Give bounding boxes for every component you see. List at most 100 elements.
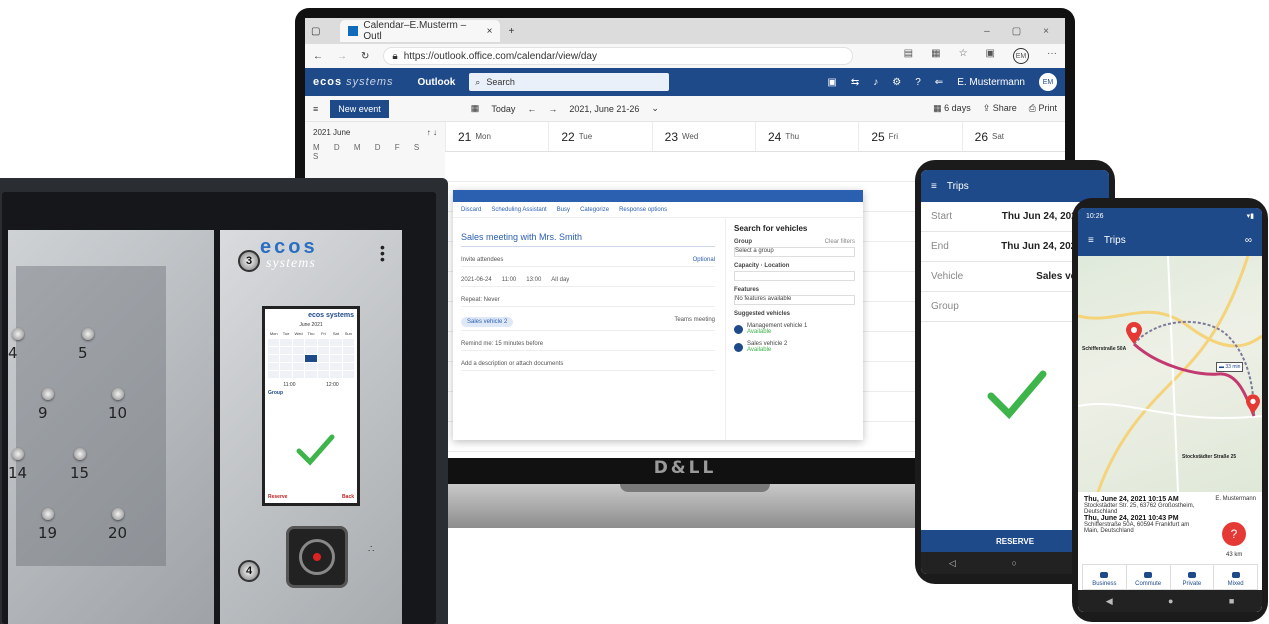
vehicle-pill[interactable]: Sales vehicle 2 <box>461 317 514 327</box>
url-field[interactable]: 🔒︎ https://outlook.office.com/calendar/v… <box>383 47 854 65</box>
hamburger-icon[interactable]: ≡ <box>931 181 937 192</box>
new-event-button[interactable]: New event <box>330 99 389 118</box>
trip-type-tab[interactable]: Business <box>1083 565 1127 589</box>
dialog-tool-button[interactable]: Discard <box>461 207 481 213</box>
month-nav-arrows-icon[interactable]: ↑ ↓ <box>427 128 437 137</box>
reload-icon[interactable]: ↻ <box>361 51 369 62</box>
event-title-field[interactable]: Sales meeting with Mrs. Smith <box>461 232 715 247</box>
hamburger-icon[interactable]: ≡ <box>1088 235 1094 246</box>
hamburger-icon[interactable]: ≡ <box>313 104 318 114</box>
trip-type-tab[interactable]: Mixed <box>1214 565 1257 589</box>
close-window-icon[interactable]: × <box>1043 26 1049 37</box>
lock-bottom-icon[interactable]: 4 <box>238 560 260 582</box>
close-tab-icon[interactable]: × <box>487 26 493 37</box>
screen-day-cell[interactable] <box>330 347 342 354</box>
invite-field[interactable]: Invite attendees <box>461 257 503 263</box>
capacity-location-inputs[interactable] <box>734 271 855 281</box>
reader-view-icon[interactable]: ▤ <box>904 48 913 64</box>
screen-day-cell[interactable] <box>317 347 330 354</box>
collections-icon[interactable]: ▣ <box>986 48 995 64</box>
browser-tab[interactable]: Calendar–E.Musterm – Outl × <box>340 20 501 42</box>
mini-calendar-month[interactable]: 2021 June <box>313 128 350 137</box>
screen-day-cell[interactable] <box>305 347 317 354</box>
dialog-tool-button[interactable]: Response options <box>619 207 667 213</box>
screen-time-to[interactable]: 12:00 <box>326 382 339 388</box>
screen-reserve-button[interactable]: Reserve <box>268 494 287 500</box>
user-avatar[interactable]: EM <box>1039 73 1057 91</box>
forward-icon[interactable]: → <box>337 51 347 62</box>
gear-icon[interactable]: ⚙ <box>892 77 901 88</box>
screen-day-cell[interactable] <box>317 355 330 362</box>
trip-type-tab[interactable]: Commute <box>1127 565 1171 589</box>
key-peg[interactable] <box>82 328 94 340</box>
favorites-icon[interactable]: ☆ <box>959 48 968 64</box>
clear-filters-link[interactable]: Clear filters <box>825 239 855 245</box>
nav-back-icon[interactable]: ◀ <box>1106 596 1113 607</box>
screen-day-cell[interactable] <box>292 371 305 378</box>
end-pin-icon[interactable] <box>1246 394 1260 414</box>
day-column-header[interactable]: 24 Thu <box>754 122 858 151</box>
route-map[interactable]: Schifferstraße 50A Stockstädter Straße 2… <box>1078 256 1262 492</box>
start-pin-icon[interactable] <box>1126 322 1142 344</box>
day-column-header[interactable]: 21 Mon <box>445 122 548 151</box>
date-range[interactable]: 2021, June 21-26 <box>569 104 639 114</box>
screen-day-cell[interactable] <box>268 363 280 370</box>
screen-day-cell[interactable] <box>342 355 354 362</box>
screen-day-cell[interactable] <box>280 371 292 378</box>
prev-range-icon[interactable]: ← <box>527 104 536 114</box>
key-peg[interactable] <box>112 388 124 400</box>
touchscreen[interactable]: ecos systems June 2021 Mon Tue Wed Thu Fri Sa… <box>262 306 360 506</box>
screen-day-cell[interactable] <box>330 371 342 378</box>
key-peg[interactable] <box>12 448 24 460</box>
screen-day-cell[interactable] <box>317 339 330 346</box>
nav-home-icon[interactable]: ○ <box>1011 558 1016 568</box>
lock-top-icon[interactable]: 3 <box>238 250 260 272</box>
key-peg[interactable] <box>112 508 124 520</box>
screen-day-cell[interactable] <box>330 355 342 362</box>
features-select[interactable]: No features available <box>734 295 855 305</box>
key-peg[interactable] <box>12 328 24 340</box>
nav-recents-icon[interactable]: ■ <box>1229 596 1234 606</box>
screen-day-cell[interactable] <box>268 347 280 354</box>
screen-day-cell[interactable] <box>292 363 305 370</box>
share-button[interactable]: ⇪ Share <box>983 103 1017 114</box>
group-select[interactable]: Select a group <box>734 247 855 257</box>
cabinet-door[interactable]: 4 5 9 10 14 15 19 20 <box>8 230 214 624</box>
screen-day-cell[interactable] <box>330 363 342 370</box>
screen-day-cell[interactable] <box>305 363 317 370</box>
dialog-tool-button[interactable]: Busy <box>557 207 570 213</box>
screen-day-cell[interactable] <box>280 339 292 346</box>
dialog-tool-button[interactable]: Categorize <box>580 207 609 213</box>
more-icon[interactable]: ··· <box>1047 48 1057 64</box>
day-column-header[interactable]: 26 Sat <box>961 122 1065 151</box>
next-range-icon[interactable]: → <box>548 104 557 114</box>
feedback-icon[interactable]: ⇐ <box>935 77 943 88</box>
all-day-toggle[interactable]: All day <box>551 277 569 283</box>
screen-day-cell[interactable] <box>268 355 280 362</box>
screen-day-cell[interactable] <box>342 347 354 354</box>
description-field[interactable]: Add a description or attach documents <box>461 361 715 371</box>
tab-actions-icon[interactable]: ▢ <box>311 26 320 37</box>
minimize-icon[interactable]: – <box>984 26 990 37</box>
day-column-header[interactable]: 23 Wed <box>651 122 755 151</box>
key-peg[interactable] <box>42 388 54 400</box>
screen-day-cell[interactable] <box>280 355 292 362</box>
nav-home-icon[interactable]: ● <box>1168 596 1173 606</box>
screen-day-cell[interactable] <box>342 371 354 378</box>
screen-day-cell[interactable] <box>305 339 317 346</box>
screen-day-cell[interactable] <box>292 339 305 346</box>
day-column-header[interactable]: 22 Tue <box>548 122 651 151</box>
screen-day-cell[interactable] <box>342 363 354 370</box>
suggested-vehicle[interactable]: Management vehicle 1 Available <box>734 323 855 335</box>
search-box[interactable]: ⌕ Search <box>469 73 670 91</box>
screen-day-cell[interactable] <box>280 347 292 354</box>
screen-calendar[interactable]: Mon Tue Wed Thu Fri Sat Sun <box>268 331 354 378</box>
screen-day-cell[interactable] <box>317 363 330 370</box>
rfid-reader[interactable] <box>286 526 348 588</box>
screen-day-cell[interactable] <box>305 371 317 378</box>
extensions-icon[interactable]: ▦ <box>931 48 940 64</box>
screen-day-cell[interactable] <box>292 347 305 354</box>
new-tab-icon[interactable]: + <box>508 26 514 37</box>
date-field[interactable]: 2021-06-24 <box>461 277 492 283</box>
repeat-field[interactable]: Repeat: Never <box>461 297 715 307</box>
